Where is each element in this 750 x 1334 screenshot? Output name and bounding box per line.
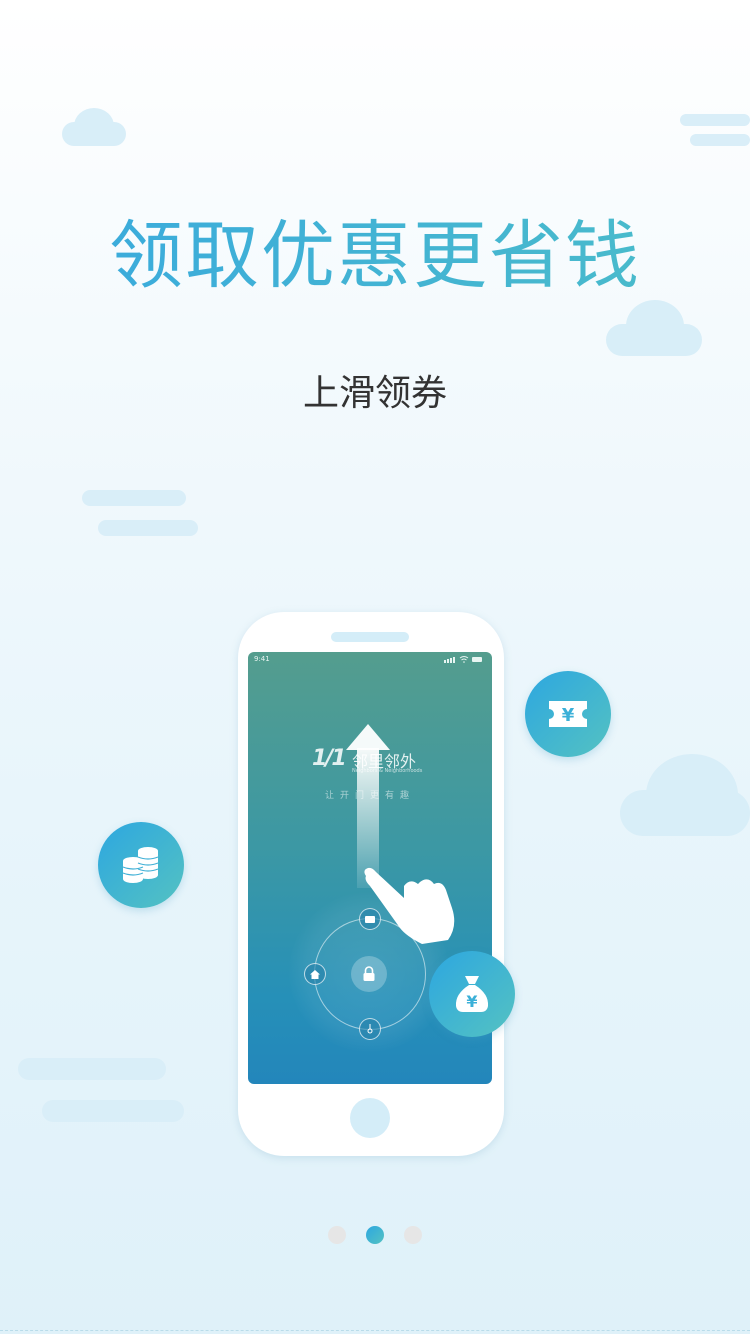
cloud-right-lower (620, 754, 750, 836)
page-dot-2-active[interactable] (366, 1226, 384, 1244)
cloud-right-middle (606, 300, 702, 358)
bottom-divider (0, 1330, 750, 1331)
home-node-icon (304, 963, 326, 985)
cloud-top-left (62, 108, 126, 148)
svg-text:¥: ¥ (562, 705, 575, 726)
app-logo-mark: 1/1 (312, 746, 347, 771)
cloud-left-stripes (82, 490, 200, 538)
money-bag-yen-icon: ¥ (429, 951, 515, 1037)
status-time: 9:41 (254, 655, 270, 663)
page-title: 领取优惠更省钱 (0, 196, 750, 303)
phone-home-button (350, 1098, 390, 1138)
lock-icon (351, 956, 387, 992)
ticket-yen-icon: ¥ (525, 671, 611, 757)
coins-stack-icon (98, 822, 184, 908)
swipe-instruction: 上滑领券 (302, 373, 447, 414)
status-icons (444, 655, 484, 665)
app-slogan: 让开门更有趣 (324, 791, 415, 801)
phone-illustration: 9:41 1/1 邻里邻外 Neighbors & Neighborhoods … (238, 612, 504, 1156)
cloud-top-right-stripes (680, 114, 750, 148)
page-indicator (0, 1226, 750, 1244)
swipe-up-arrow-head (346, 724, 390, 750)
phone-speaker (331, 632, 409, 642)
app-logo-subtitle: Neighbors & Neighborhoods (352, 768, 423, 774)
page-dot-3[interactable] (404, 1226, 422, 1244)
page-dot-1[interactable] (328, 1226, 346, 1244)
svg-text:¥: ¥ (466, 992, 477, 1011)
cloud-bottom-left-stripes (18, 1058, 184, 1124)
key-node-icon (359, 1018, 381, 1040)
pointing-hand-icon (364, 867, 455, 944)
